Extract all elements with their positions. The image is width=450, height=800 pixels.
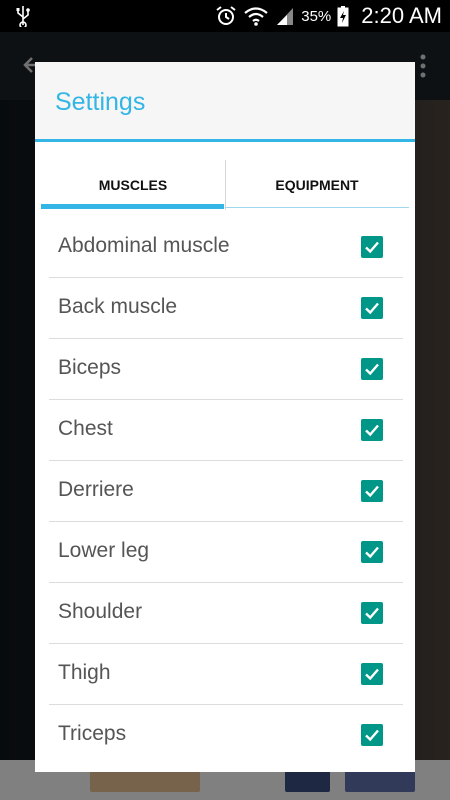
check-icon bbox=[365, 668, 379, 681]
checkbox[interactable] bbox=[361, 480, 383, 502]
tab-muscles[interactable]: MUSCLES bbox=[41, 160, 225, 210]
list-item[interactable]: Derriere bbox=[49, 461, 403, 522]
item-label: Back muscle bbox=[58, 295, 178, 318]
battery-percent: 35% bbox=[301, 7, 332, 25]
list-item[interactable]: Shoulder bbox=[49, 583, 403, 644]
checkbox[interactable] bbox=[361, 236, 383, 258]
tab-selected-indicator bbox=[41, 204, 224, 209]
tab-equipment[interactable]: EQUIPMENT bbox=[225, 160, 409, 210]
check-icon bbox=[365, 302, 379, 315]
wifi-icon bbox=[244, 7, 268, 26]
item-label: Derriere bbox=[58, 478, 134, 501]
battery-charging-icon bbox=[337, 6, 349, 27]
item-label: Chest bbox=[58, 417, 113, 440]
muscle-list: Abdominal muscle Back muscle Biceps Ches… bbox=[49, 217, 403, 766]
item-label: Abdominal muscle bbox=[58, 234, 230, 257]
dialog-title: Settings bbox=[55, 88, 146, 116]
check-icon bbox=[365, 241, 379, 254]
item-label: Lower leg bbox=[58, 539, 150, 562]
checkbox[interactable] bbox=[361, 602, 383, 624]
clock: 2:20 AM bbox=[361, 3, 442, 28]
status-bar: 35% 2:20 AM bbox=[0, 0, 450, 32]
settings-dialog: Settings MUSCLES EQUIPMENT Abdominal mus… bbox=[35, 62, 415, 772]
list-item[interactable]: Lower leg bbox=[49, 522, 403, 583]
item-label: Triceps bbox=[58, 722, 127, 745]
checkbox[interactable] bbox=[361, 663, 383, 685]
signal-icon bbox=[277, 8, 294, 25]
list-item[interactable]: Back muscle bbox=[49, 278, 403, 339]
item-label: Biceps bbox=[58, 356, 122, 379]
alarm-icon bbox=[216, 6, 236, 25]
checkbox[interactable] bbox=[361, 724, 383, 746]
checkbox[interactable] bbox=[361, 541, 383, 563]
item-label: Shoulder bbox=[58, 600, 143, 623]
tab-baseline bbox=[225, 207, 409, 208]
check-icon bbox=[365, 424, 379, 437]
usb-icon bbox=[16, 6, 30, 27]
check-icon bbox=[365, 546, 379, 559]
check-icon bbox=[365, 363, 379, 376]
tab-bar: MUSCLES EQUIPMENT bbox=[41, 160, 409, 210]
list-item[interactable]: Chest bbox=[49, 400, 403, 461]
list-item[interactable]: Triceps bbox=[49, 705, 403, 766]
item-label: Thigh bbox=[58, 661, 111, 684]
checkbox[interactable] bbox=[361, 297, 383, 319]
list-item[interactable]: Thigh bbox=[49, 644, 403, 705]
checkbox[interactable] bbox=[361, 419, 383, 441]
check-icon bbox=[365, 729, 379, 742]
checkbox[interactable] bbox=[361, 358, 383, 380]
list-item[interactable]: Abdominal muscle bbox=[49, 217, 403, 278]
dialog-header: Settings bbox=[35, 62, 415, 142]
check-icon bbox=[365, 485, 379, 498]
check-icon bbox=[365, 607, 379, 620]
list-item[interactable]: Biceps bbox=[49, 339, 403, 400]
